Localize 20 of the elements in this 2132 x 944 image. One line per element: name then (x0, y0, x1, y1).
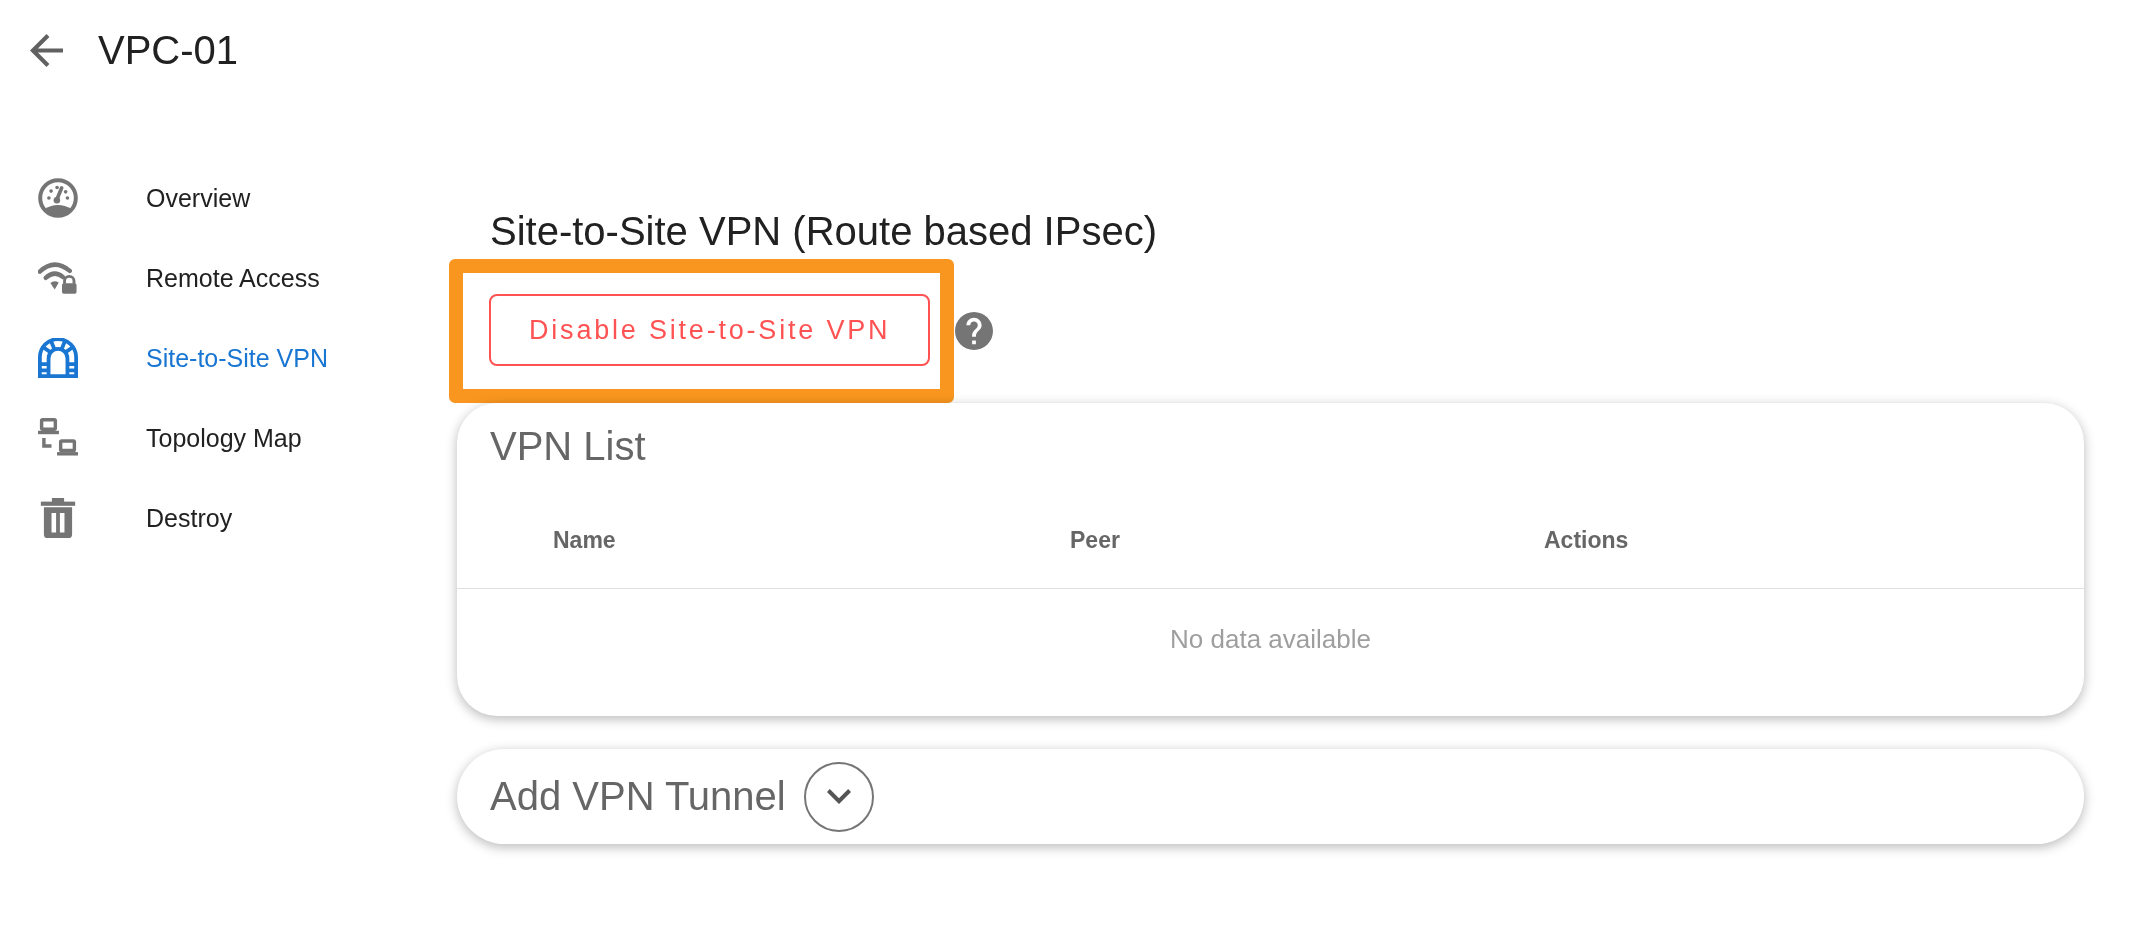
sidebar-item[interactable]: Remote Access (0, 238, 449, 318)
card-title: VPN List (489, 423, 647, 469)
column-header: Peer (1070, 526, 1120, 554)
column-header: Actions (1544, 526, 1629, 554)
sidebar-item[interactable]: Overview (0, 158, 449, 238)
column-header: Name (553, 526, 616, 554)
tunnel-icon (38, 338, 78, 378)
section-title: Site-to-Site VPN (Route based IPsec) (490, 208, 1157, 255)
trash-icon (38, 498, 78, 538)
arrow-left-icon (30, 33, 63, 67)
panel-title: Add VPN Tunnel (490, 774, 786, 819)
page-title: VPC-01 (98, 27, 239, 74)
back-button[interactable] (30, 33, 63, 67)
empty-message: No data available (1170, 623, 1371, 655)
sidebar-item[interactable]: Site-to-Site VPN (0, 318, 449, 398)
gauge-icon (38, 178, 78, 218)
laptops-network-icon (38, 418, 78, 458)
sidebar-item[interactable]: Destroy (0, 478, 449, 558)
sidebar-item[interactable]: Topology Map (0, 398, 449, 478)
help-icon[interactable] (955, 312, 994, 350)
